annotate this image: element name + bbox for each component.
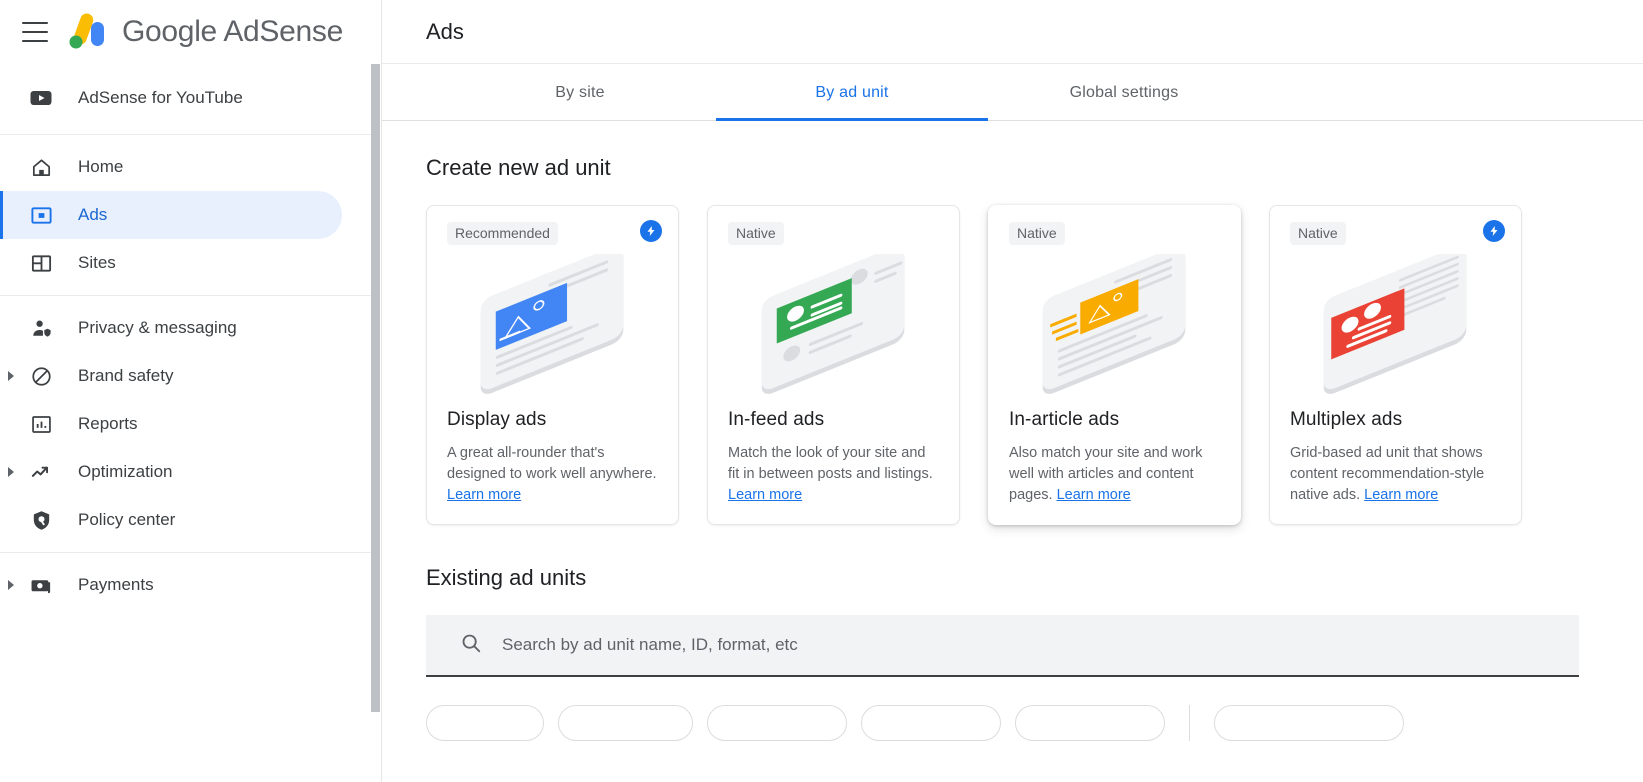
ad-unit-card-in-feed-ads[interactable]: Native In-feed ads Match the look of you… bbox=[707, 205, 960, 525]
card-desc-text: Match the look of your site and fit in b… bbox=[728, 445, 933, 482]
chevron-right-icon[interactable] bbox=[0, 467, 22, 477]
sidebar-section-main: Home Ads Sites bbox=[0, 135, 381, 296]
trending-up-icon bbox=[22, 461, 60, 484]
sidebar-item-home[interactable]: Home bbox=[0, 143, 381, 191]
chip-divider bbox=[1189, 705, 1190, 741]
card-title: Multiplex ads bbox=[1290, 409, 1403, 430]
card-title: In-feed ads bbox=[728, 409, 825, 430]
tab-global-settings[interactable]: Global settings bbox=[988, 64, 1260, 121]
adsense-app: Google AdSense AdSense for YouTube Home … bbox=[0, 0, 1643, 782]
sidebar-section-youtube: AdSense for YouTube bbox=[0, 64, 381, 135]
sidebar-section-payments: Payments bbox=[0, 553, 381, 617]
sidebar-item-label: Home bbox=[78, 157, 124, 176]
adsense-logo-mark bbox=[66, 12, 110, 52]
sidebar: Google AdSense AdSense for YouTube Home … bbox=[0, 0, 382, 782]
payments-icon bbox=[22, 574, 60, 597]
ad-unit-card-multiplex-ads[interactable]: Native Multiplex ads Grid-based ad unit … bbox=[1269, 205, 1522, 525]
ad-unit-card-in-article-ads[interactable]: Native In-article ads Also match your si… bbox=[988, 205, 1241, 525]
filter-chip-row bbox=[426, 705, 1643, 741]
phone-infeed-ad-illustration bbox=[728, 253, 939, 395]
phone-multiplex-ad-illustration bbox=[1290, 253, 1501, 395]
tab-by-ad-unit[interactable]: By ad unit bbox=[716, 64, 988, 121]
learn-more-link[interactable]: Learn more bbox=[447, 487, 521, 503]
sidebar-item-label: Optimization bbox=[78, 462, 173, 481]
sidebar-item-label: Ads bbox=[78, 205, 108, 224]
ads-icon bbox=[22, 204, 60, 227]
sidebar-item-payments[interactable]: Payments bbox=[0, 561, 381, 609]
card-description: A great all-rounder that's designed to w… bbox=[447, 443, 658, 506]
card-description: Also match your site and work well with … bbox=[1009, 443, 1220, 506]
card-badge: Native bbox=[1009, 222, 1065, 245]
filter-chip[interactable] bbox=[707, 705, 847, 741]
sidebar-item-privacy-messaging[interactable]: Privacy & messaging bbox=[0, 304, 381, 352]
sidebar-item-policy-center[interactable]: Policy center bbox=[0, 496, 381, 544]
adsense-logo[interactable]: Google AdSense bbox=[66, 12, 343, 52]
main-content: Ads By site By ad unit Global settings C… bbox=[382, 0, 1643, 782]
chevron-right-icon[interactable] bbox=[0, 371, 22, 381]
sidebar-item-label: Payments bbox=[78, 575, 154, 594]
filter-chip[interactable] bbox=[1015, 705, 1165, 741]
search-icon bbox=[460, 632, 482, 659]
card-description: Grid-based ad unit that shows content re… bbox=[1290, 443, 1501, 506]
sidebar-item-reports[interactable]: Reports bbox=[0, 400, 381, 448]
sidebar-item-ads[interactable]: Ads bbox=[0, 191, 342, 239]
existing-section-title: Existing ad units bbox=[426, 565, 587, 590]
card-title: In-article ads bbox=[1009, 409, 1120, 430]
filter-chip[interactable] bbox=[558, 705, 693, 741]
card-title: Display ads bbox=[447, 409, 547, 430]
block-circle-icon bbox=[22, 365, 60, 388]
filter-chip[interactable] bbox=[426, 705, 544, 741]
ad-unit-card-list: Recommended Display ads A great all-roun… bbox=[426, 205, 1643, 525]
ad-unit-card-display-ads[interactable]: Recommended Display ads A great all-roun… bbox=[426, 205, 679, 525]
bolt-icon bbox=[1483, 220, 1505, 242]
sidebar-item-optimization[interactable]: Optimization bbox=[0, 448, 381, 496]
tab-bar: By site By ad unit Global settings bbox=[382, 64, 1643, 121]
sidebar-scrollbar-thumb[interactable] bbox=[371, 64, 380, 712]
search-input[interactable]: Search by ad unit name, ID, format, etc bbox=[426, 615, 1579, 677]
home-icon bbox=[22, 156, 60, 179]
learn-more-link[interactable]: Learn more bbox=[1364, 487, 1438, 503]
sidebar-section-tools: Privacy & messaging Brand safety Reports… bbox=[0, 296, 381, 553]
brand-bar: Google AdSense bbox=[0, 0, 381, 64]
sidebar-item-adsense-for-youtube[interactable]: AdSense for YouTube bbox=[0, 74, 381, 122]
phone-inarticle-ad-illustration bbox=[1009, 253, 1220, 395]
card-desc-text: A great all-rounder that's designed to w… bbox=[447, 445, 657, 482]
filter-chip[interactable] bbox=[1214, 705, 1404, 741]
sidebar-nav: AdSense for YouTube Home Ads Sites Priva… bbox=[0, 64, 381, 617]
sidebar-item-label: Privacy & messaging bbox=[78, 318, 237, 337]
youtube-icon bbox=[22, 86, 60, 110]
bolt-icon bbox=[640, 220, 662, 242]
hamburger-menu-icon[interactable] bbox=[22, 22, 48, 42]
existing-section: Existing ad units Search by ad unit name… bbox=[426, 565, 1643, 741]
card-description: Match the look of your site and fit in b… bbox=[728, 443, 939, 506]
card-badge: Native bbox=[1290, 222, 1346, 245]
bar-chart-icon bbox=[22, 413, 60, 436]
sidebar-item-label: AdSense for YouTube bbox=[78, 88, 243, 107]
search-placeholder: Search by ad unit name, ID, format, etc bbox=[502, 635, 798, 654]
filter-chip[interactable] bbox=[861, 705, 1001, 741]
sidebar-item-label: Brand safety bbox=[78, 366, 174, 385]
sidebar-item-label: Reports bbox=[78, 414, 138, 433]
sidebar-item-brand-safety[interactable]: Brand safety bbox=[0, 352, 381, 400]
card-badge: Recommended bbox=[447, 222, 558, 245]
policy-shield-icon bbox=[22, 509, 60, 532]
page-title: Ads bbox=[426, 18, 464, 44]
chevron-right-icon[interactable] bbox=[0, 580, 22, 590]
phone-display-ad-illustration bbox=[447, 253, 658, 395]
content-area: Create new ad unit Recommended Display a… bbox=[382, 155, 1643, 741]
person-shield-icon bbox=[22, 317, 60, 340]
sidebar-item-label: Sites bbox=[78, 253, 116, 272]
card-badge: Native bbox=[728, 222, 784, 245]
sidebar-item-sites[interactable]: Sites bbox=[0, 239, 381, 287]
adsense-logo-text: Google AdSense bbox=[122, 15, 343, 48]
learn-more-link[interactable]: Learn more bbox=[1057, 487, 1131, 503]
sites-icon bbox=[22, 252, 60, 275]
learn-more-link[interactable]: Learn more bbox=[728, 487, 802, 503]
page-header: Ads bbox=[382, 0, 1643, 64]
tab-by-site[interactable]: By site bbox=[444, 64, 716, 121]
create-section-title: Create new ad unit bbox=[426, 155, 611, 180]
sidebar-item-label: Policy center bbox=[78, 510, 176, 529]
